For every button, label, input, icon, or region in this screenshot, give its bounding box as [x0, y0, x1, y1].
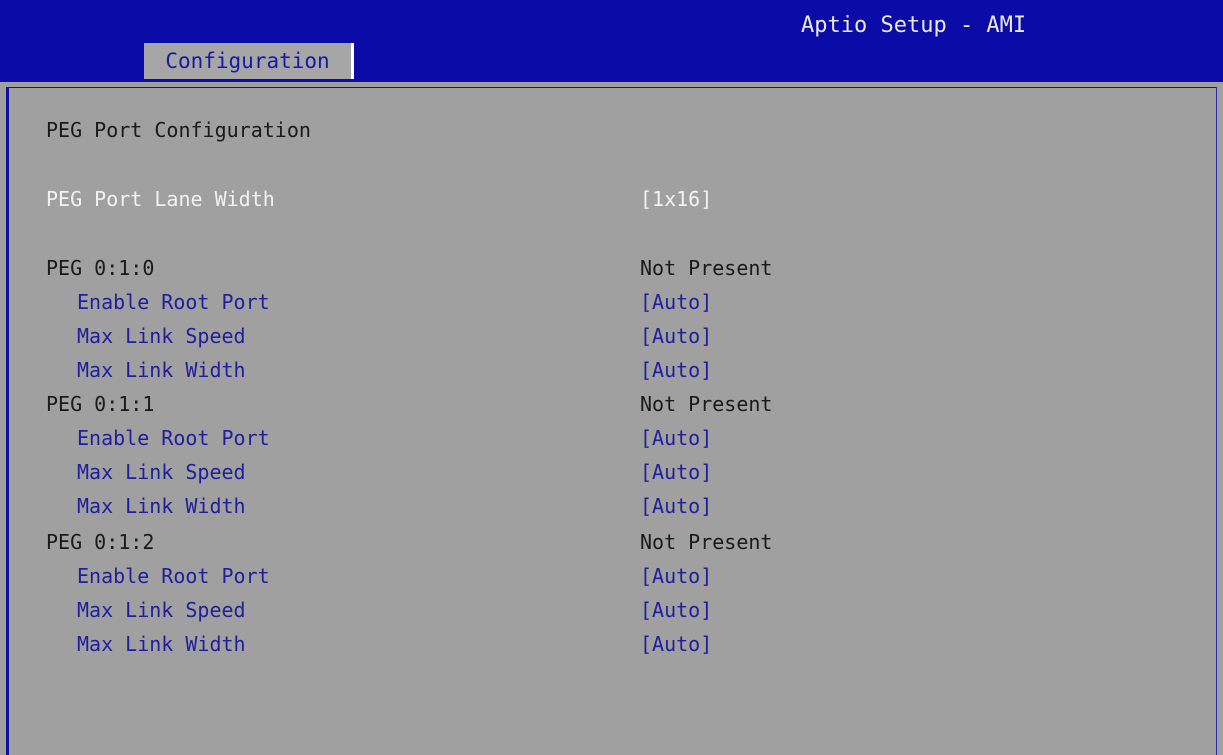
port-2-max-link-width-label[interactable]: Max Link Width	[77, 630, 246, 658]
port-0-max-link-width-label[interactable]: Max Link Width	[77, 356, 246, 384]
port-2-enable-root-port-value[interactable]: [Auto]	[640, 562, 712, 590]
port-1-enable-root-port-value[interactable]: [Auto]	[640, 424, 712, 452]
port-1-enable-root-port-label[interactable]: Enable Root Port	[77, 424, 270, 452]
peg-port-lane-width-value[interactable]: [1x16]	[640, 185, 712, 213]
header-bar: Aptio Setup - AMI Configuration	[0, 0, 1223, 80]
port-0-enable-root-port-value[interactable]: [Auto]	[640, 288, 712, 316]
port-2-max-link-speed-label[interactable]: Max Link Speed	[77, 596, 246, 624]
port-0-max-link-width-value[interactable]: [Auto]	[640, 356, 712, 384]
port-2-header: PEG 0:1:2	[46, 530, 155, 554]
port-0-header: PEG 0:1:0	[46, 256, 155, 280]
port-1-max-link-speed-value[interactable]: [Auto]	[640, 458, 712, 486]
port-2-enable-root-port-label[interactable]: Enable Root Port	[77, 562, 270, 590]
port-0-status: Not Present	[640, 256, 773, 280]
app-title: Aptio Setup - AMI	[801, 13, 1027, 38]
section-title: PEG Port Configuration	[46, 118, 311, 142]
port-1-max-link-width-label[interactable]: Max Link Width	[77, 492, 246, 520]
port-2-max-link-width-value[interactable]: [Auto]	[640, 630, 712, 658]
port-0-max-link-speed-value[interactable]: [Auto]	[640, 322, 712, 350]
tab-configuration[interactable]: Configuration	[144, 43, 354, 79]
port-2-max-link-speed-value[interactable]: [Auto]	[640, 596, 712, 624]
port-0-max-link-speed-label[interactable]: Max Link Speed	[77, 322, 246, 350]
port-1-max-link-width-value[interactable]: [Auto]	[640, 492, 712, 520]
peg-port-lane-width-label[interactable]: PEG Port Lane Width	[46, 185, 275, 213]
port-2-status: Not Present	[640, 530, 773, 554]
port-1-header: PEG 0:1:1	[46, 392, 155, 416]
port-1-max-link-speed-label[interactable]: Max Link Speed	[77, 458, 246, 486]
port-0-enable-root-port-label[interactable]: Enable Root Port	[77, 288, 270, 316]
port-1-status: Not Present	[640, 392, 773, 416]
